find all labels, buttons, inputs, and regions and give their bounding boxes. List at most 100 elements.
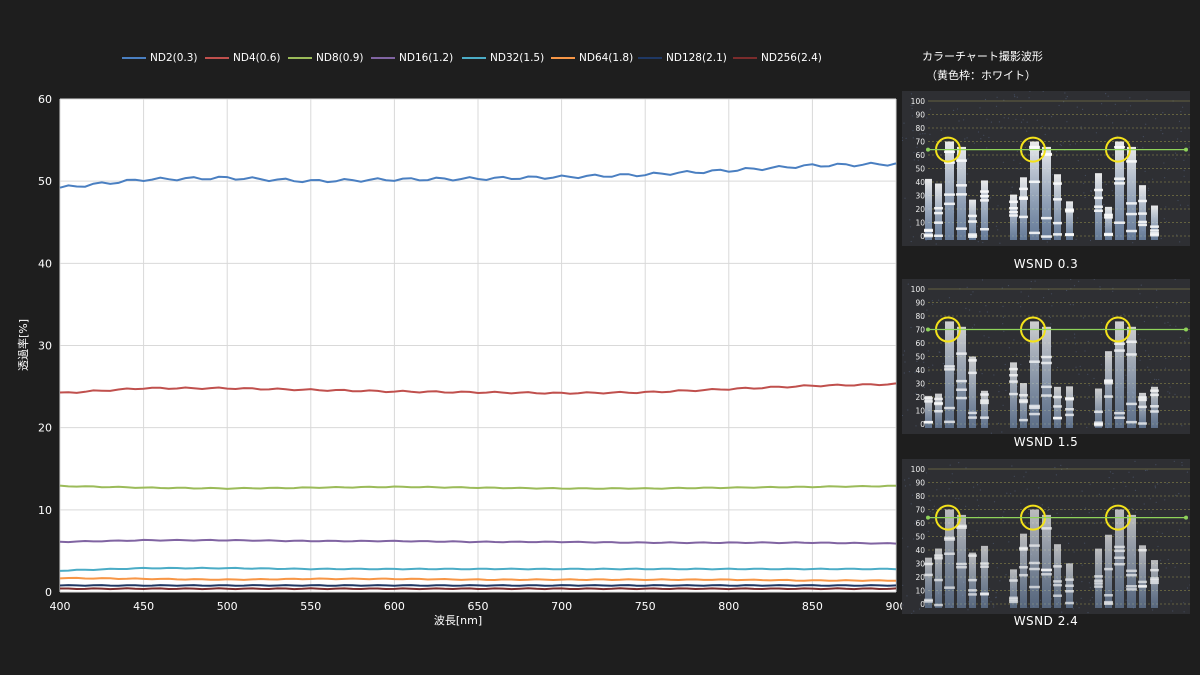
waveform-trace-band xyxy=(1138,405,1147,409)
waveform-trace-band xyxy=(934,409,943,413)
waveform-scope-wsnd-0-3: 100 90 80 70 60 50 40 30 20 10 0 xyxy=(902,91,1190,246)
noise-speck xyxy=(1090,190,1092,192)
waveform-trace-band xyxy=(1138,212,1147,215)
noise-speck xyxy=(1137,333,1139,335)
noise-speck xyxy=(1040,608,1042,610)
waveform-trace-band xyxy=(924,397,933,400)
noise-speck xyxy=(942,322,944,324)
waveform-trace-band xyxy=(1041,235,1052,238)
waveform-trace-band xyxy=(1126,569,1137,573)
noise-speck xyxy=(926,117,928,119)
waveform-heading: カラーチャート撮影波形 xyxy=(922,50,1043,63)
noise-speck xyxy=(954,373,956,375)
noise-speck xyxy=(953,109,955,111)
scope-tick-label: 100 xyxy=(911,285,926,294)
waveform-trace-band xyxy=(1104,216,1113,219)
noise-speck xyxy=(1070,513,1073,515)
noise-speck xyxy=(1015,354,1018,356)
noise-speck xyxy=(1048,128,1050,130)
noise-speck xyxy=(1140,284,1142,286)
noise-speck xyxy=(943,594,945,596)
waveform-trace-band xyxy=(1009,380,1018,383)
noise-speck xyxy=(1091,596,1093,599)
noise-speck xyxy=(1042,91,1044,92)
noise-speck xyxy=(988,596,990,598)
noise-speck xyxy=(913,610,915,612)
noise-speck xyxy=(1011,465,1013,467)
noise-speck xyxy=(1101,322,1103,324)
waveform-trace-band xyxy=(1053,233,1062,236)
waveform-trace-band xyxy=(944,586,955,589)
noise-speck xyxy=(902,139,904,141)
noise-speck xyxy=(906,595,908,597)
waveform-trace-band xyxy=(1065,578,1074,581)
waveform-trace-band xyxy=(1150,225,1159,228)
noise-speck xyxy=(902,137,903,139)
waveform-trace-band xyxy=(968,593,977,596)
noise-speck xyxy=(1132,476,1134,478)
waveform-trace-band xyxy=(1138,220,1147,224)
waveform-trace-band xyxy=(934,234,943,238)
noise-speck xyxy=(927,530,929,532)
waveform-trace-band xyxy=(1138,396,1147,399)
noise-speck xyxy=(1078,607,1080,609)
noise-speck xyxy=(1078,280,1080,282)
waveform-trace-band xyxy=(1126,202,1137,205)
noise-speck xyxy=(1169,392,1171,394)
noise-speck xyxy=(1010,191,1012,193)
noise-speck xyxy=(1062,142,1064,144)
noise-speck xyxy=(1102,560,1104,562)
noise-speck xyxy=(995,105,998,107)
noise-speck xyxy=(1022,151,1024,153)
scope-tick-label: 20 xyxy=(915,573,925,582)
scope-tick-label: 60 xyxy=(915,339,925,348)
waveform-trace-band xyxy=(944,406,955,410)
noise-speck xyxy=(1145,350,1147,352)
noise-speck xyxy=(1135,511,1137,513)
waveform-trace-band xyxy=(1019,187,1028,191)
noise-speck xyxy=(971,327,973,329)
noise-speck xyxy=(1014,96,1016,98)
noise-speck xyxy=(979,489,981,491)
waveform-trace xyxy=(945,141,954,240)
noise-speck xyxy=(1166,482,1168,485)
noise-speck xyxy=(1011,186,1013,188)
x-tick-label: 450 xyxy=(133,600,154,613)
noise-speck xyxy=(1167,391,1169,393)
waveform-trace-band xyxy=(1029,406,1040,410)
noise-speck xyxy=(999,242,1001,244)
waveform-trace-band xyxy=(1104,381,1113,385)
noise-speck xyxy=(997,422,1000,424)
noise-speck xyxy=(929,499,931,501)
waveform-trace-band xyxy=(1094,585,1103,588)
noise-speck xyxy=(1134,489,1137,491)
noise-speck xyxy=(958,498,960,500)
noise-speck xyxy=(976,530,978,532)
noise-speck xyxy=(1098,493,1100,495)
noise-speck xyxy=(1174,279,1176,280)
scope-label: WSND 0.3 xyxy=(1013,257,1079,271)
noise-speck xyxy=(1147,354,1149,356)
noise-speck xyxy=(1051,305,1053,307)
waveform-trace-band xyxy=(1053,405,1062,408)
level-marker-dot xyxy=(1184,147,1188,152)
waveform-trace-band xyxy=(956,565,967,569)
noise-speck xyxy=(1113,502,1115,504)
noise-speck xyxy=(1049,316,1051,319)
noise-speck xyxy=(927,350,929,352)
noise-speck xyxy=(1085,507,1087,509)
waveform-trace-band xyxy=(980,565,989,568)
series-line-nd128-2-1- xyxy=(59,584,897,587)
noise-speck xyxy=(1068,542,1070,544)
noise-speck xyxy=(1147,366,1149,368)
noise-speck xyxy=(978,505,980,507)
waveform-trace-band xyxy=(1150,410,1159,413)
noise-speck xyxy=(1066,121,1068,123)
noise-speck xyxy=(998,385,1000,387)
noise-speck xyxy=(1055,151,1057,153)
noise-speck xyxy=(1046,241,1048,243)
noise-speck xyxy=(965,307,967,309)
waveform-trace-band xyxy=(980,194,989,198)
noise-speck xyxy=(1180,358,1182,360)
noise-speck xyxy=(905,137,907,139)
